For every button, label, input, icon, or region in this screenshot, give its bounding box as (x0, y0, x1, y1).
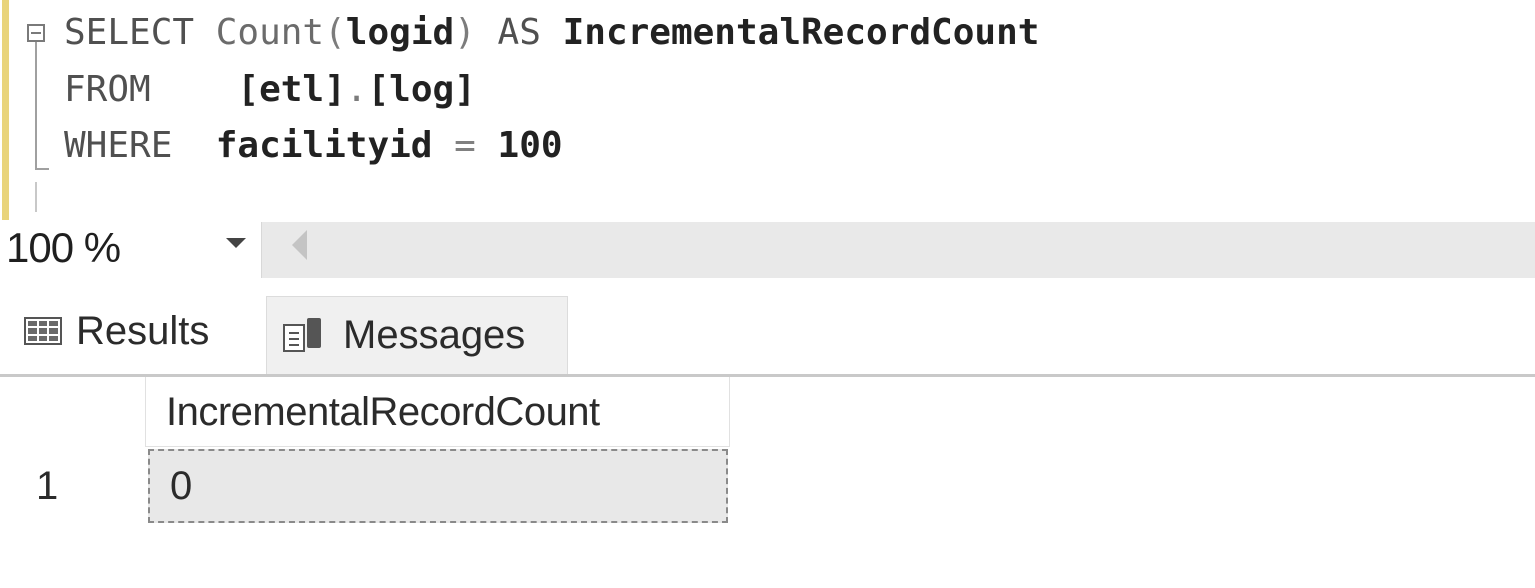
keyword-from: FROM (64, 69, 151, 110)
keyword-select: SELECT (64, 12, 195, 53)
tab-results[interactable]: Results (0, 292, 264, 370)
grid-header-row: IncrementalRecordCount (0, 377, 730, 447)
code-line-from[interactable]: FROM [etl].[log] (64, 65, 476, 115)
query-editor[interactable]: SELECT Count(logid) AS IncrementalRecord… (0, 0, 1535, 222)
alias-name: IncrementalRecordCount (562, 12, 1040, 53)
column-facilityid: facilityid (215, 125, 433, 166)
literal-value: 100 (497, 125, 563, 166)
operator-equals: = (454, 125, 476, 166)
collapse-minus-icon[interactable] (27, 24, 45, 42)
tab-messages-label: Messages (343, 313, 526, 357)
code-line-where[interactable]: WHERE facilityid = 100 (64, 121, 563, 171)
tab-messages[interactable]: Messages (266, 296, 568, 374)
selected-cell[interactable]: 0 (148, 449, 728, 523)
row-number[interactable]: 1 (0, 449, 146, 523)
zoom-value: 100 % (6, 224, 121, 271)
outline-guide (35, 42, 37, 170)
results-grid[interactable]: IncrementalRecordCount 1 0 (0, 377, 1535, 588)
row-number-header[interactable] (0, 377, 146, 447)
results-tab-bar: Results Messages (0, 278, 1535, 374)
paren-close: ) (454, 12, 476, 53)
keyword-where: WHERE (64, 125, 173, 166)
column-header[interactable]: IncrementalRecordCount (146, 377, 730, 447)
grid-icon (24, 317, 62, 345)
outline-guide-tail (35, 182, 37, 212)
outline-guide-end (35, 168, 49, 170)
table-row[interactable]: 1 0 (0, 449, 730, 523)
dropdown-caret-icon[interactable] (226, 238, 246, 248)
keyword-as: AS (497, 12, 541, 53)
zoom-dropdown[interactable]: 100 % (0, 222, 262, 278)
dot-separator: . (345, 69, 368, 110)
table-name: [log] (367, 69, 476, 110)
messages-icon (281, 316, 329, 356)
scroll-left-icon[interactable] (292, 230, 307, 260)
tab-results-label: Results (76, 308, 210, 353)
code-line-select[interactable]: SELECT Count(logid) AS IncrementalRecord… (64, 8, 1039, 58)
change-tracking-bar (2, 0, 9, 220)
paren-open: ( (324, 12, 346, 53)
function-count: Count (215, 12, 325, 53)
column-logid: logid (345, 12, 455, 53)
schema-name: [etl] (237, 69, 346, 110)
editor-status-strip: 100 % (0, 222, 1535, 278)
